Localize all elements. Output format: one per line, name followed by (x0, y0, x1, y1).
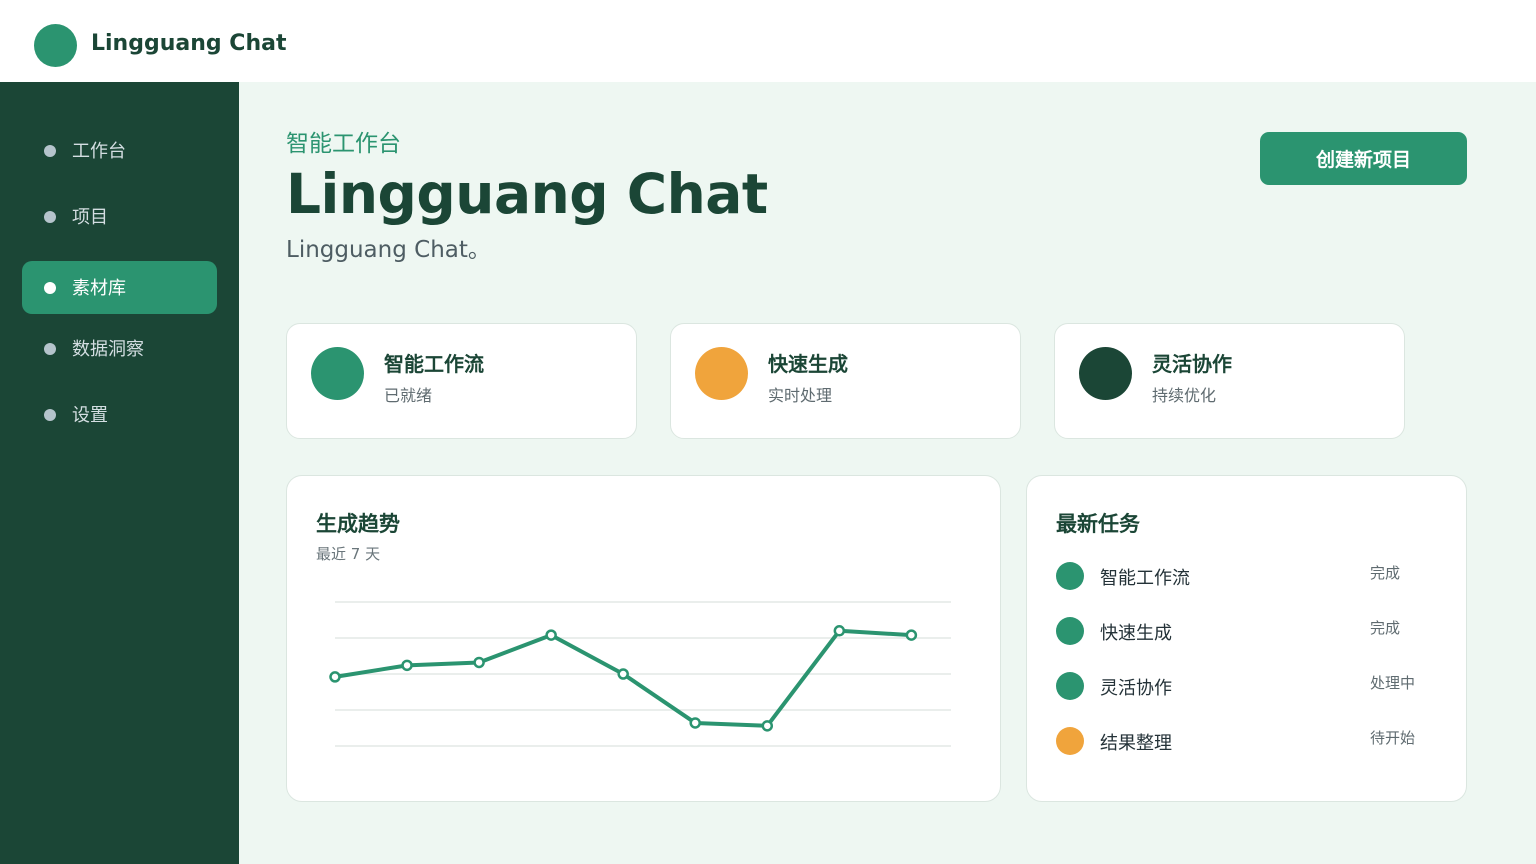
stat-card-workflow[interactable]: 智能工作流 已就绪 (286, 323, 637, 439)
stat-subtitle: 持续优化 (1152, 386, 1217, 405)
collaboration-icon (1079, 347, 1132, 400)
sidebar-item-settings[interactable]: 设置 (22, 388, 217, 441)
sidebar-item-label: 数据洞察 (72, 339, 144, 360)
tasks-title: 最新任务 (1056, 512, 1140, 536)
trend-point[interactable] (401, 659, 413, 672)
task-row[interactable]: 快速生成 完成 (1056, 613, 1436, 647)
task-status: 完成 (1370, 619, 1401, 637)
sidebar-item-label: 工作台 (72, 141, 126, 162)
sidebar-item-label: 素材库 (72, 278, 126, 299)
page-subtitle: Lingguang Chat。 (286, 237, 491, 263)
brand-name[interactable]: Lingguang Chat (91, 31, 286, 56)
nav-dot-icon (44, 343, 56, 355)
nav-dot-icon (44, 282, 56, 294)
page-title: Lingguang Chat (286, 162, 768, 226)
page-eyebrow: 智能工作台 (286, 131, 401, 157)
tasks-panel: 最新任务 智能工作流 完成 快速生成 完成 灵活协作 处理中 结果整理 待开始 (1026, 475, 1467, 802)
stat-subtitle: 已就绪 (384, 386, 433, 405)
trend-point[interactable] (833, 625, 846, 637)
trend-panel: 生成趋势 最近 7 天 (286, 475, 1001, 802)
create-project-button[interactable]: 创建新项目 (1260, 132, 1467, 185)
workflow-icon (311, 347, 364, 400)
brand-logo[interactable] (34, 24, 77, 67)
trend-point[interactable] (761, 720, 774, 732)
task-name: 结果整理 (1100, 733, 1172, 754)
sidebar: 工作台 项目 素材库 数据洞察 设置 (0, 82, 239, 864)
stat-title: 快速生成 (768, 352, 848, 376)
task-status: 待开始 (1370, 729, 1416, 747)
trend-point[interactable] (905, 629, 918, 641)
nav-dot-icon (44, 145, 56, 157)
task-name: 灵活协作 (1100, 678, 1172, 699)
generation-icon (695, 347, 748, 400)
task-status-icon (1056, 617, 1084, 645)
trend-point[interactable] (689, 717, 701, 729)
trend-chart (329, 601, 951, 747)
task-status-icon (1056, 672, 1084, 700)
stat-title: 灵活协作 (1152, 352, 1232, 376)
task-status: 处理中 (1370, 674, 1416, 692)
stat-subtitle: 实时处理 (768, 386, 833, 405)
task-status-icon (1056, 727, 1084, 755)
trend-point[interactable] (545, 629, 557, 641)
sidebar-item-label: 设置 (72, 405, 108, 426)
sidebar-item-insights[interactable]: 数据洞察 (22, 322, 217, 375)
top-bar: Lingguang Chat (0, 0, 1536, 82)
task-name: 快速生成 (1100, 623, 1172, 644)
sidebar-item-projects[interactable]: 项目 (22, 190, 217, 243)
task-row[interactable]: 灵活协作 处理中 (1056, 668, 1436, 702)
stat-card-collaboration[interactable]: 灵活协作 持续优化 (1054, 323, 1405, 439)
trend-point[interactable] (473, 656, 485, 669)
nav-dot-icon (44, 409, 56, 421)
task-status-icon (1056, 562, 1084, 590)
task-status: 完成 (1370, 564, 1401, 582)
trend-point[interactable] (329, 671, 341, 683)
sidebar-item-assets[interactable]: 素材库 (22, 261, 217, 314)
stat-card-generation[interactable]: 快速生成 实时处理 (670, 323, 1021, 439)
stat-title: 智能工作流 (384, 352, 484, 376)
task-name: 智能工作流 (1100, 568, 1190, 589)
trend-point[interactable] (617, 668, 629, 680)
task-row[interactable]: 结果整理 待开始 (1056, 723, 1436, 757)
nav-dot-icon (44, 211, 56, 223)
sidebar-item-label: 项目 (72, 207, 108, 228)
sidebar-item-workbench[interactable]: 工作台 (22, 124, 217, 177)
task-row[interactable]: 智能工作流 完成 (1056, 558, 1436, 592)
